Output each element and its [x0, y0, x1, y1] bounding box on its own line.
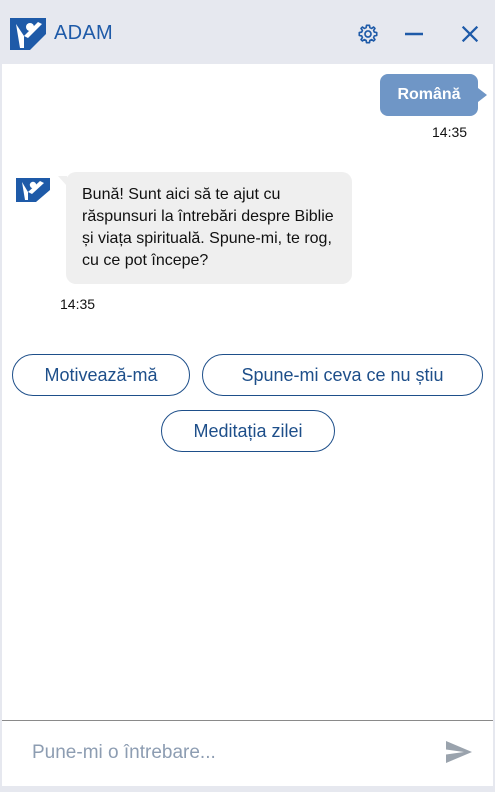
- suggestion-tell-me-button[interactable]: Spune-mi ceva ce nu știu: [202, 354, 483, 396]
- bot-avatar-icon: [14, 176, 52, 204]
- suggestion-motivate-button[interactable]: Motivează-mă: [12, 354, 190, 396]
- message-input[interactable]: [32, 735, 422, 771]
- user-bubble-tail: [478, 88, 487, 102]
- composer: [2, 720, 493, 786]
- user-message: Română: [380, 74, 478, 116]
- close-button[interactable]: [456, 20, 484, 48]
- message-list[interactable]: Română 14:35 Bună! Sunt aici să te ajut …: [2, 64, 493, 720]
- settings-button[interactable]: [354, 20, 382, 48]
- user-message-text: Română: [397, 86, 461, 103]
- bot-message-text: Bună! Sunt aici să te ajut cu răspunsuri…: [82, 186, 334, 269]
- logo-icon: [8, 14, 48, 52]
- close-icon: [461, 25, 479, 43]
- minimize-icon: [405, 32, 423, 36]
- send-icon: [446, 741, 472, 763]
- bot-message-time: 14:35: [60, 296, 96, 312]
- gear-icon: [358, 24, 378, 44]
- suggestion-meditation-button[interactable]: Meditația zilei: [161, 410, 335, 452]
- app-title: ADAM: [54, 22, 113, 44]
- bot-message: Bună! Sunt aici să te ajut cu răspunsuri…: [66, 172, 352, 284]
- chat-window: ADAM Română 14:35 Bună! Sunt aici să te …: [0, 0, 495, 792]
- send-button[interactable]: [444, 739, 474, 765]
- chat-header: ADAM: [0, 0, 495, 64]
- minimize-button[interactable]: [400, 20, 428, 48]
- user-message-time: 14:35: [432, 124, 468, 140]
